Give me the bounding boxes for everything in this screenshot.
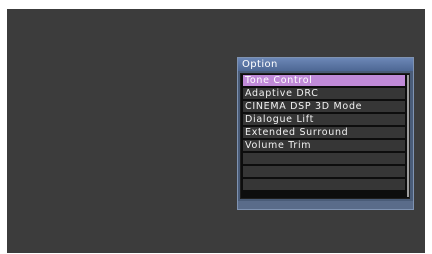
option-item-empty-2: [243, 166, 405, 177]
option-list: Tone Control Adaptive DRC CINEMA DSP 3D …: [240, 73, 410, 199]
option-menu-title: Option: [238, 58, 413, 71]
option-item-volume-trim[interactable]: Volume Trim: [243, 140, 405, 151]
option-item-cinema-dsp-3d-mode[interactable]: CINEMA DSP 3D Mode: [243, 101, 405, 112]
option-item-dialogue-lift[interactable]: Dialogue Lift: [243, 114, 405, 125]
option-menu-footer: [238, 201, 413, 209]
option-item-empty-3: [243, 179, 405, 190]
option-item-adaptive-drc[interactable]: Adaptive DRC: [243, 88, 405, 99]
tv-screen: Option Tone Control Adaptive DRC CINEMA …: [7, 9, 425, 253]
option-item-tone-control[interactable]: Tone Control: [243, 75, 405, 86]
option-item-empty-1: [243, 153, 405, 164]
option-item-extended-surround[interactable]: Extended Surround: [243, 127, 405, 138]
option-menu-panel: Option Tone Control Adaptive DRC CINEMA …: [237, 57, 414, 210]
option-list-scrollbar-thumb[interactable]: [407, 75, 409, 197]
